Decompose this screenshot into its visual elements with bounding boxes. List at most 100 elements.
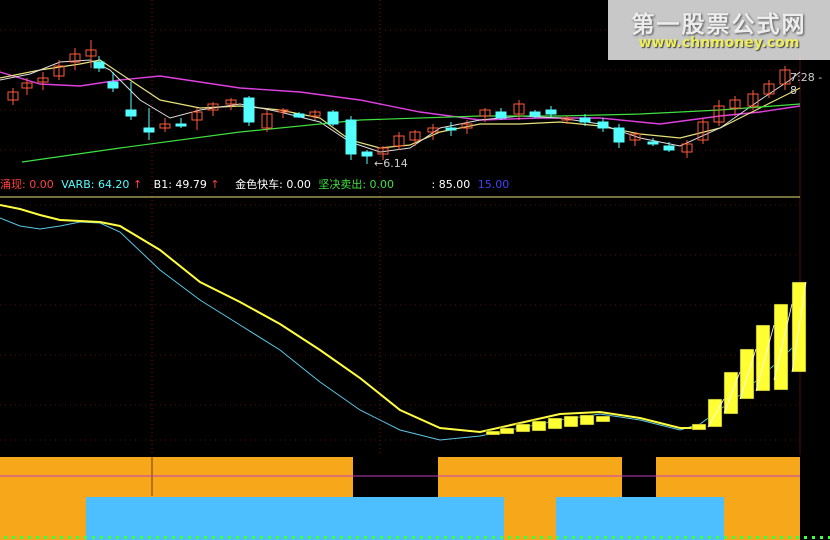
green-dot bbox=[36, 536, 39, 539]
blue-signal-block bbox=[556, 497, 724, 540]
green-dot bbox=[692, 536, 695, 539]
green-dot bbox=[356, 536, 359, 539]
date-readout: 7:28 - 8 bbox=[790, 71, 823, 97]
green-dot bbox=[244, 536, 247, 539]
green-dot bbox=[444, 536, 447, 539]
green-dot bbox=[508, 536, 511, 539]
green-dot bbox=[324, 536, 327, 539]
green-dot bbox=[380, 536, 383, 539]
green-dot bbox=[140, 536, 143, 539]
ma-yellow-line bbox=[0, 59, 801, 149]
indicator-value: VARB: 64.20 bbox=[61, 178, 130, 191]
oscillator-yellow-line bbox=[0, 204, 700, 434]
green-dot bbox=[148, 536, 151, 539]
green-dot bbox=[732, 536, 735, 539]
candle-down-body bbox=[243, 97, 255, 123]
candle-down-body bbox=[579, 117, 591, 123]
green-dot bbox=[388, 536, 391, 539]
green-dot bbox=[484, 536, 487, 539]
arrow-up-icon: ↑ bbox=[132, 178, 143, 191]
green-dot bbox=[236, 536, 239, 539]
green-dot bbox=[364, 536, 367, 539]
green-dot bbox=[108, 536, 111, 539]
watermark-title: 第一股票公式网 bbox=[631, 12, 807, 38]
candle-down-body bbox=[495, 111, 507, 119]
indicator-readout-bar: 涌现: 0.00 VARB: 64.20 ↑ B1: 49.79 ↑ 金色快车:… bbox=[0, 177, 830, 193]
green-dot bbox=[580, 536, 583, 539]
oscillator-bar bbox=[531, 420, 547, 432]
green-dot bbox=[28, 536, 31, 539]
grid-lines bbox=[0, 0, 801, 455]
green-dot bbox=[748, 536, 751, 539]
oscillator-bar bbox=[773, 303, 789, 391]
green-dot bbox=[684, 536, 687, 539]
green-dot bbox=[780, 536, 783, 539]
ma-green-line bbox=[21, 103, 801, 163]
green-dot bbox=[156, 536, 159, 539]
green-dot bbox=[204, 536, 207, 539]
oscillator-bar bbox=[691, 423, 707, 431]
green-dot bbox=[60, 536, 63, 539]
green-dot bbox=[636, 536, 639, 539]
green-dot bbox=[604, 536, 607, 539]
green-dot bbox=[644, 536, 647, 539]
oscillator-bar bbox=[547, 417, 563, 430]
blue-signal-block bbox=[86, 497, 504, 540]
green-dot bbox=[820, 536, 823, 539]
green-dot bbox=[596, 536, 599, 539]
candle-down-body bbox=[663, 145, 675, 151]
green-dot bbox=[436, 536, 439, 539]
green-dot bbox=[44, 536, 47, 539]
green-dot bbox=[756, 536, 759, 539]
green-dot bbox=[308, 536, 311, 539]
green-dot bbox=[316, 536, 319, 539]
candle-down-body bbox=[327, 111, 339, 125]
green-dot bbox=[284, 536, 287, 539]
oscillator-bar bbox=[563, 415, 579, 428]
green-dot bbox=[564, 536, 567, 539]
oscillator-bar bbox=[595, 415, 611, 423]
green-dot bbox=[196, 536, 199, 539]
chart-canvas[interactable] bbox=[0, 0, 830, 540]
oscillator-cyan-line bbox=[0, 217, 801, 441]
green-dot bbox=[268, 536, 271, 539]
green-dot bbox=[468, 536, 471, 539]
indicator-value: 坚决卖出: 0.00 bbox=[318, 178, 395, 191]
green-dot bbox=[724, 536, 727, 539]
candle-down-body bbox=[647, 141, 659, 145]
green-dot bbox=[428, 536, 431, 539]
indicator-value: 涌现: 0.00 bbox=[0, 178, 54, 191]
green-dot bbox=[620, 536, 623, 539]
green-dot bbox=[532, 536, 535, 539]
green-dot bbox=[220, 536, 223, 539]
green-dot bbox=[412, 536, 415, 539]
green-dot bbox=[628, 536, 631, 539]
green-dot bbox=[660, 536, 663, 539]
low-price-label: ←6.14 bbox=[374, 157, 408, 170]
indicator-value: 15.00 bbox=[477, 178, 510, 191]
signal-blocks bbox=[0, 457, 830, 540]
green-dot bbox=[340, 536, 343, 539]
green-dot bbox=[12, 536, 15, 539]
green-dot bbox=[572, 536, 575, 539]
green-dot bbox=[556, 536, 559, 539]
green-dot bbox=[348, 536, 351, 539]
green-dot bbox=[172, 536, 175, 539]
candle-down-body bbox=[545, 109, 557, 115]
green-dot bbox=[668, 536, 671, 539]
indicator-value: 金色快车: 0.00 bbox=[235, 178, 311, 191]
green-dot bbox=[228, 536, 231, 539]
green-dot bbox=[252, 536, 255, 539]
candle-down-body bbox=[613, 127, 625, 143]
green-dot bbox=[20, 536, 23, 539]
green-dot bbox=[212, 536, 215, 539]
green-dot bbox=[4, 536, 7, 539]
green-dot bbox=[292, 536, 295, 539]
green-dot bbox=[260, 536, 263, 539]
green-dot bbox=[588, 536, 591, 539]
green-dot bbox=[772, 536, 775, 539]
candle-down-body bbox=[175, 123, 187, 127]
green-dot bbox=[612, 536, 615, 539]
candle-down-body bbox=[345, 119, 357, 155]
candle-down-body bbox=[93, 61, 105, 69]
